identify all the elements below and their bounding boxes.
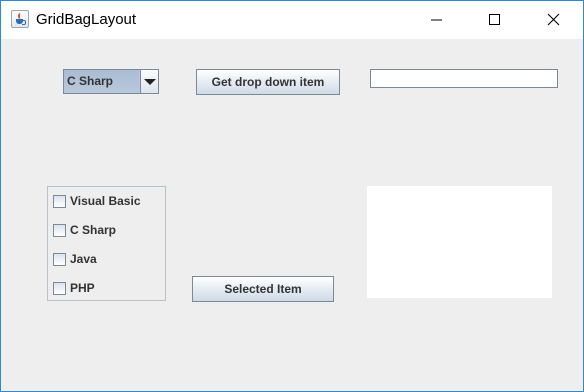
maximize-button[interactable] — [471, 1, 517, 39]
close-button[interactable] — [531, 1, 577, 39]
checkbox-square[interactable] — [53, 195, 66, 208]
result-text-field[interactable] — [370, 69, 558, 88]
checkbox-label: PHP — [70, 281, 95, 295]
window-title: GridBagLayout — [36, 11, 137, 28]
language-combo-box[interactable]: C Sharp — [63, 69, 159, 94]
minimize-icon — [431, 19, 442, 21]
java-cup-icon — [11, 10, 29, 28]
checkbox-panel: Visual Basic C Sharp Java PHP — [47, 186, 166, 301]
output-list-area[interactable] — [367, 186, 552, 298]
checkbox-label: Java — [70, 252, 97, 266]
application-window: GridBagLayout C Sharp Get drop down item — [0, 0, 584, 392]
selected-item-button[interactable]: Selected Item — [192, 276, 334, 302]
combo-selected-value: C Sharp — [64, 70, 139, 93]
chevron-down-icon — [144, 79, 156, 85]
minimize-button[interactable] — [413, 1, 459, 39]
combo-dropdown-button[interactable] — [140, 70, 158, 93]
close-icon — [547, 13, 560, 26]
checkbox-label: C Sharp — [70, 223, 117, 237]
maximize-icon — [489, 14, 500, 25]
title-bar[interactable]: GridBagLayout — [1, 1, 583, 39]
checkbox-square[interactable] — [53, 282, 66, 295]
checkbox-label: Visual Basic — [70, 194, 141, 208]
checkbox-square[interactable] — [53, 253, 66, 266]
checkbox-square[interactable] — [53, 224, 66, 237]
get-drop-down-item-button[interactable]: Get drop down item — [196, 69, 340, 95]
